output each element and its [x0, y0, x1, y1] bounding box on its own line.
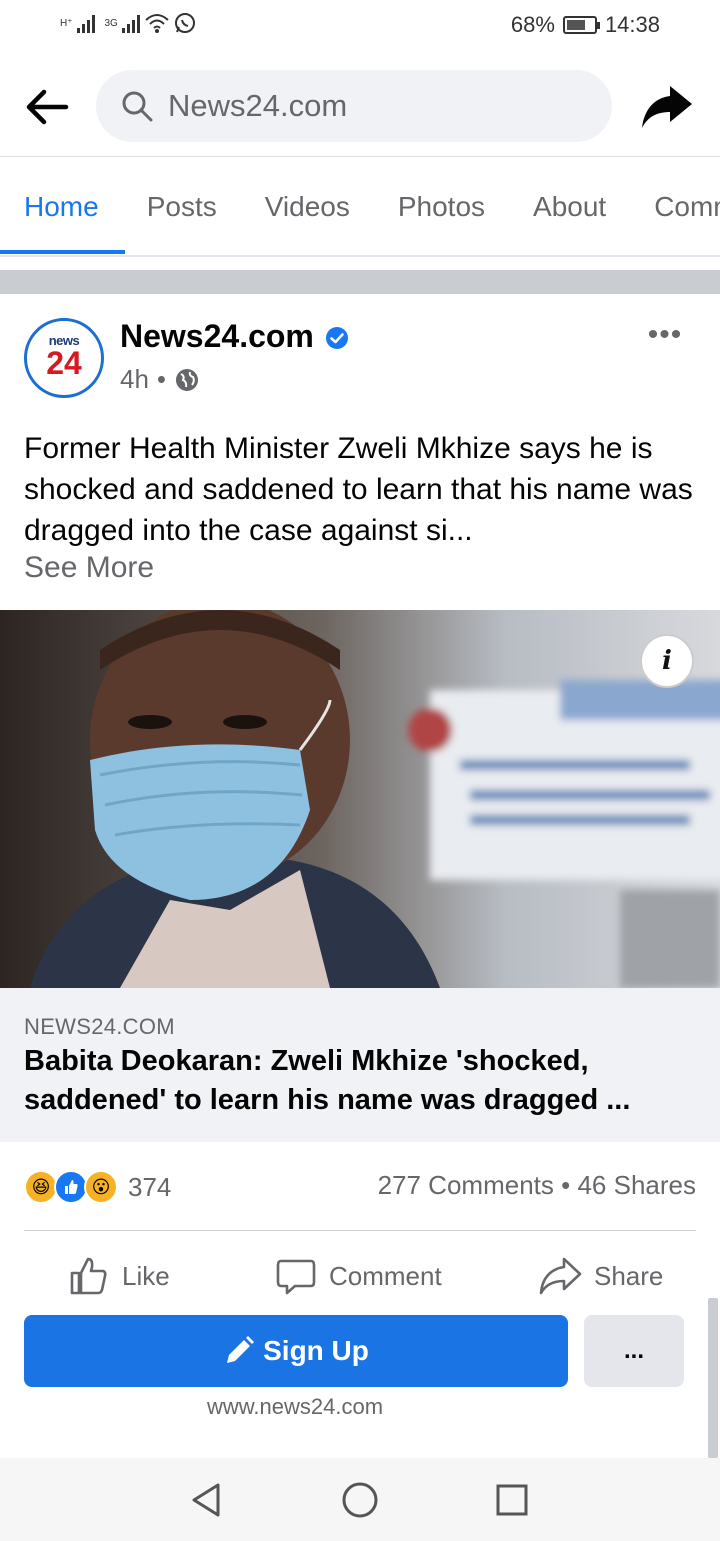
post-image[interactable]	[0, 610, 720, 988]
tab-community[interactable]: Comm	[654, 157, 720, 255]
avatar-logo-number: 24	[46, 345, 82, 381]
more-options-button[interactable]: ...	[584, 1315, 684, 1387]
sign-up-label: Sign Up	[263, 1335, 369, 1366]
link-domain: NEWS24.COM	[24, 1014, 175, 1039]
scrollbar[interactable]	[708, 1298, 718, 1458]
section-separator	[0, 270, 720, 294]
shares-count[interactable]: 46 Shares	[577, 1170, 696, 1200]
tab-posts[interactable]: Posts	[147, 157, 217, 255]
post-text: Former Health Minister Zweli Mkhize says…	[24, 432, 693, 547]
sign-up-button[interactable]: Sign Up	[24, 1315, 568, 1387]
share-icon	[539, 1257, 582, 1295]
counts-separator: •	[561, 1170, 571, 1200]
top-bar: News24.com	[0, 56, 720, 156]
see-more-link[interactable]: See More	[24, 551, 154, 585]
status-bar: H⁺ 3G 68% 14:38	[0, 0, 720, 56]
page-name[interactable]: News24.com	[120, 318, 314, 355]
nav-home-icon[interactable]	[340, 1480, 380, 1520]
post-options-button[interactable]: •••	[640, 318, 690, 352]
post-actions: Like Comment Share	[0, 1250, 720, 1302]
divider	[0, 255, 720, 257]
tab-videos[interactable]: Videos	[265, 157, 350, 255]
comment-button[interactable]: Comment	[275, 1250, 442, 1302]
like-button[interactable]: Like	[68, 1250, 170, 1302]
search-text: News24.com	[168, 88, 348, 123]
tab-about[interactable]: About	[533, 157, 606, 255]
thumbs-up-icon	[70, 1257, 107, 1295]
haha-reaction-icon: 😆	[24, 1170, 58, 1204]
nav-recents-icon[interactable]	[492, 1480, 532, 1520]
wow-reaction-icon: 😮	[84, 1170, 118, 1204]
system-nav-bar	[0, 1458, 720, 1541]
share-button[interactable]: Share	[538, 1250, 663, 1302]
like-label: Like	[122, 1260, 170, 1291]
signal-icon-2	[121, 13, 140, 33]
clock: 14:38	[604, 12, 660, 37]
reactions-summary[interactable]: 😆 😮 374	[24, 1168, 171, 1206]
verified-badge-icon	[326, 327, 348, 349]
divider	[24, 1230, 696, 1231]
comment-label: Comment	[329, 1260, 442, 1291]
page-tabs: Home Posts Videos Photos About Comm	[0, 157, 720, 255]
meta-separator: •	[156, 364, 167, 394]
reaction-count: 374	[128, 1171, 172, 1202]
like-reaction-icon	[54, 1170, 88, 1204]
tab-home[interactable]: Home	[24, 157, 99, 255]
share-label: Share	[594, 1260, 664, 1291]
network-type-1: H⁺	[60, 17, 73, 29]
battery-fill	[566, 20, 585, 30]
active-tab-indicator	[0, 250, 125, 254]
post-meta: 4h •	[120, 364, 200, 395]
post-time[interactable]: 4h	[120, 364, 149, 395]
engagement-counts: 277 Comments • 46 Shares	[378, 1170, 696, 1201]
battery-percent: 68%	[510, 12, 555, 37]
website-link[interactable]: www.news24.com	[0, 1394, 590, 1420]
info-button[interactable]: i	[640, 634, 694, 688]
pencil-icon	[227, 1336, 255, 1363]
status-right: 68% 14:38	[511, 12, 660, 38]
back-arrow-icon[interactable]	[22, 82, 72, 132]
network-type-2: 3G	[104, 17, 118, 29]
signal-icon	[76, 13, 95, 33]
tab-photos[interactable]: Photos	[398, 157, 485, 255]
status-left: H⁺ 3G	[60, 12, 196, 34]
comment-icon	[276, 1259, 316, 1295]
photo-of-man-in-face-mask	[0, 610, 720, 988]
share-arrow-icon[interactable]	[640, 82, 694, 132]
nav-back-icon[interactable]	[186, 1480, 226, 1520]
avatar[interactable]: news 24	[24, 318, 104, 398]
search-input[interactable]: News24.com	[96, 70, 612, 142]
wifi-icon	[145, 14, 169, 33]
battery-icon	[562, 16, 600, 34]
globe-icon	[176, 368, 199, 391]
comments-count[interactable]: 277 Comments	[378, 1170, 554, 1200]
link-title[interactable]: Babita Deokaran: Zweli Mkhize 'shocked, …	[24, 1042, 696, 1120]
search-icon	[122, 91, 153, 122]
whatsapp-icon	[174, 13, 195, 33]
